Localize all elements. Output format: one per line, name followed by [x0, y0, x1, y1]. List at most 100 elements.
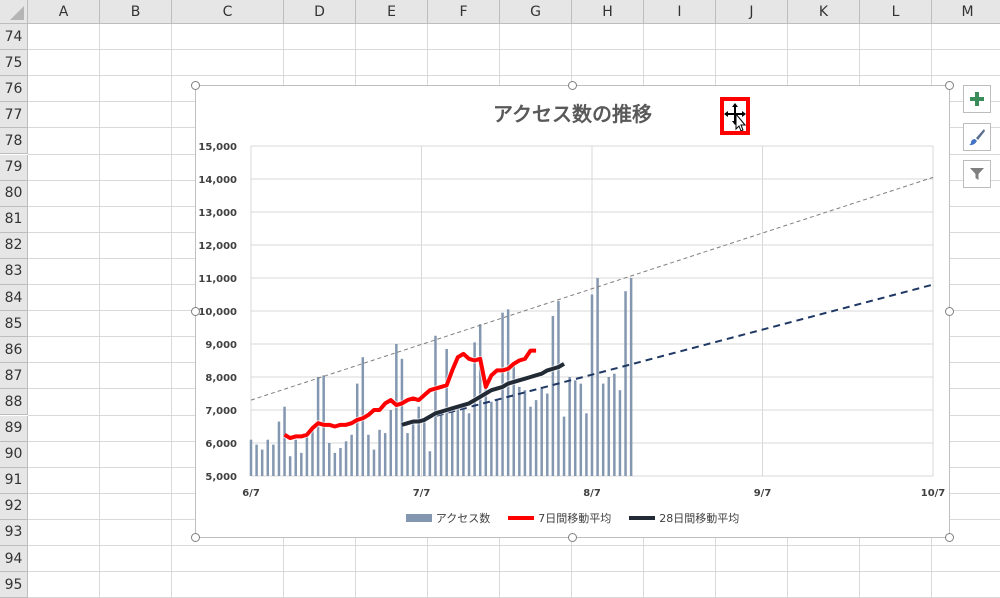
- chart-filters-button[interactable]: [963, 160, 991, 188]
- brush-icon: [969, 129, 985, 146]
- column-header-h[interactable]: H: [572, 0, 644, 24]
- x-tick-label: 10/7: [921, 488, 946, 499]
- resize-handle-top[interactable]: [568, 81, 577, 90]
- bar-access: [266, 439, 270, 476]
- bar-access: [523, 390, 527, 476]
- resize-handle-top-left[interactable]: [191, 81, 200, 90]
- y-tick-label: 6,000: [205, 439, 237, 450]
- bar-access: [613, 373, 616, 476]
- x-tick-label: 9/7: [754, 488, 772, 499]
- row-header-87[interactable]: 87: [0, 363, 28, 390]
- column-header-c[interactable]: C: [172, 0, 284, 24]
- bar-access: [305, 434, 309, 476]
- resize-handle-bottom[interactable]: [568, 533, 577, 542]
- row-header-75[interactable]: 75: [0, 50, 28, 77]
- row-gridline: [28, 49, 1000, 51]
- row-header-84[interactable]: 84: [0, 285, 28, 312]
- trendline-28day: [401, 283, 934, 426]
- column-header-m[interactable]: M: [932, 0, 1000, 24]
- row-header-77[interactable]: 77: [0, 102, 28, 129]
- column-header-l[interactable]: L: [860, 0, 932, 24]
- row-header-79[interactable]: 79: [0, 154, 28, 181]
- column-header-g[interactable]: G: [500, 0, 572, 24]
- bar-access: [546, 393, 549, 476]
- column-header-d[interactable]: D: [284, 0, 356, 24]
- row-gridline: [28, 75, 1000, 77]
- bar-access: [344, 441, 348, 476]
- bar-access: [288, 456, 292, 476]
- bar-access: [551, 315, 555, 476]
- y-tick-label: 15,000: [198, 142, 237, 153]
- select-all-corner[interactable]: [0, 0, 28, 24]
- row-header-86[interactable]: 86: [0, 337, 28, 364]
- row-header-81[interactable]: 81: [0, 206, 28, 233]
- chart-elements-button[interactable]: [963, 85, 991, 113]
- bar-access: [439, 410, 443, 476]
- row-header-85[interactable]: 85: [0, 311, 28, 338]
- bar-access: [495, 400, 499, 476]
- column-header-b[interactable]: B: [100, 0, 172, 24]
- row-header-93[interactable]: 93: [0, 519, 28, 546]
- bar-access: [260, 449, 264, 476]
- row-header-95[interactable]: 95: [0, 572, 28, 598]
- y-tick-label: 5,000: [205, 472, 237, 483]
- legend-swatch-7day: [508, 516, 535, 520]
- row-header-74[interactable]: 74: [0, 24, 28, 51]
- bar-access: [573, 380, 577, 476]
- column-header-a[interactable]: A: [28, 0, 100, 24]
- row-header-89[interactable]: 89: [0, 415, 28, 442]
- bar-access: [601, 383, 605, 476]
- row-header-88[interactable]: 88: [0, 389, 28, 416]
- row-header-82[interactable]: 82: [0, 232, 28, 259]
- legend-label-28day: 28日間移動平均: [659, 512, 740, 525]
- column-header-f[interactable]: F: [428, 0, 500, 24]
- bar-access: [557, 301, 560, 476]
- resize-handle-bottom-left[interactable]: [191, 533, 200, 542]
- chart-area[interactable]: アクセス数の推移 15,000 14,000 13,000 12,000 11,000 1…: [195, 85, 950, 538]
- bar-access: [596, 278, 599, 476]
- resize-handle-left[interactable]: [191, 307, 200, 316]
- bar-access: [624, 291, 627, 476]
- bar-access: [501, 312, 504, 476]
- bar-access: [367, 434, 370, 476]
- x-tick-label: 6/7: [242, 488, 260, 499]
- resize-handle-bottom-right[interactable]: [945, 533, 954, 542]
- chart-legend[interactable]: アクセス数 7日間移動平均 28日間移動平均: [196, 510, 949, 526]
- column-header-k[interactable]: K: [788, 0, 860, 24]
- row-header-80[interactable]: 80: [0, 180, 28, 207]
- row-header-83[interactable]: 83: [0, 258, 28, 285]
- row-header-78[interactable]: 78: [0, 128, 28, 155]
- row-header-94[interactable]: 94: [0, 546, 28, 573]
- row-header-91[interactable]: 91: [0, 467, 28, 494]
- row-header-92[interactable]: 92: [0, 493, 28, 520]
- y-tick-label: 8,000: [205, 373, 237, 384]
- bar-access: [585, 413, 588, 476]
- bar-access: [434, 335, 437, 476]
- chart-plot[interactable]: 15,000 14,000 13,000 12,000 11,000 10,000 9,00…: [196, 86, 949, 537]
- row-header-76[interactable]: 76: [0, 76, 28, 103]
- column-header-e[interactable]: E: [356, 0, 428, 24]
- resize-handle-right[interactable]: [945, 307, 954, 316]
- bar-access: [529, 406, 532, 476]
- bar-access: [518, 386, 521, 476]
- y-tick-label: 12,000: [198, 241, 237, 252]
- bar-access: [328, 443, 331, 476]
- column-header-i[interactable]: I: [644, 0, 716, 24]
- bar-access: [568, 377, 571, 476]
- bar-access: [389, 410, 393, 476]
- legend-swatch-28day: [629, 516, 656, 520]
- column-header-j[interactable]: J: [716, 0, 788, 24]
- bar-access: [277, 421, 281, 476]
- bar-access: [590, 294, 594, 476]
- bar-access: [607, 377, 611, 476]
- chart-styles-button[interactable]: [963, 123, 991, 151]
- bar-access: [423, 421, 426, 476]
- bar-access: [540, 386, 543, 476]
- resize-handle-top-right[interactable]: [945, 81, 954, 90]
- bar-access: [249, 439, 253, 476]
- bar-access: [406, 433, 409, 476]
- bar-access: [300, 452, 303, 476]
- row-header-90[interactable]: 90: [0, 441, 28, 468]
- y-tick-label: 13,000: [198, 208, 237, 219]
- legend-label-7day: 7日間移動平均: [538, 512, 612, 525]
